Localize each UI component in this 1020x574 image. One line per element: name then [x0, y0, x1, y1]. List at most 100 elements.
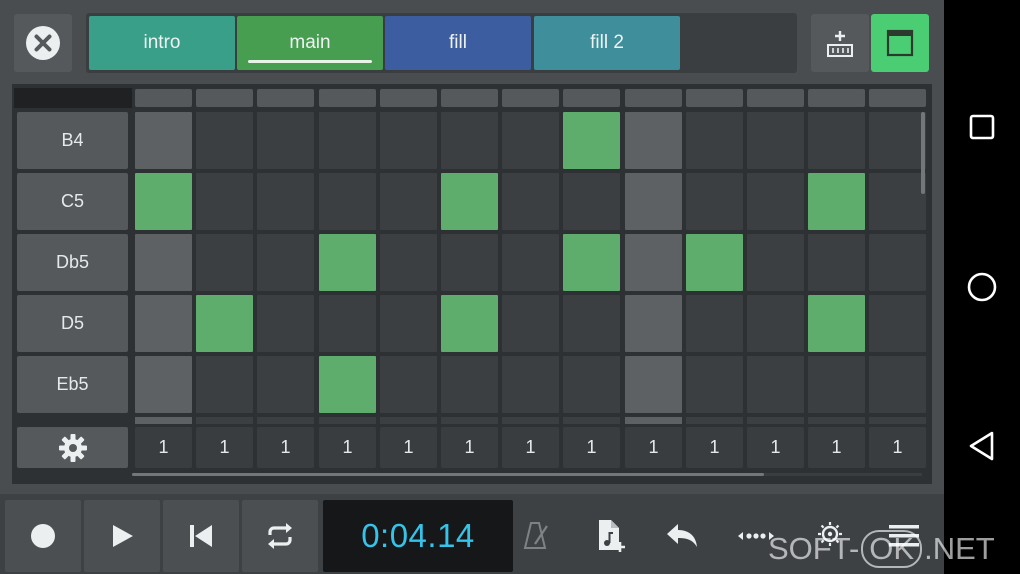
- step-cell[interactable]: [380, 234, 437, 291]
- grid-settings-button[interactable]: [17, 427, 128, 468]
- step-cell-partial[interactable]: [257, 417, 314, 424]
- step-cell[interactable]: [135, 295, 192, 352]
- step-column-header[interactable]: [502, 89, 559, 107]
- velocity-cell[interactable]: 1: [380, 427, 437, 468]
- step-cell[interactable]: [869, 295, 926, 352]
- step-cell[interactable]: [441, 173, 498, 230]
- step-column-header[interactable]: [563, 89, 620, 107]
- step-cell-partial[interactable]: [135, 417, 192, 424]
- play-button[interactable]: [84, 500, 160, 572]
- velocity-cell[interactable]: 1: [257, 427, 314, 468]
- step-column-header[interactable]: [319, 89, 376, 107]
- step-cell[interactable]: [196, 295, 253, 352]
- step-cell[interactable]: [563, 356, 620, 413]
- step-cell[interactable]: [502, 356, 559, 413]
- note-label-d5[interactable]: D5: [17, 295, 128, 352]
- step-cell-partial[interactable]: [808, 417, 865, 424]
- pattern-tab-fill-2[interactable]: fill 2: [534, 16, 680, 70]
- pattern-tab-fill[interactable]: fill: [385, 16, 531, 70]
- velocity-cell[interactable]: 1: [869, 427, 926, 468]
- step-cell[interactable]: [747, 173, 804, 230]
- step-cell-partial[interactable]: [380, 417, 437, 424]
- note-label-db5[interactable]: Db5: [17, 234, 128, 291]
- velocity-cell[interactable]: 1: [686, 427, 743, 468]
- note-label-c5[interactable]: C5: [17, 173, 128, 230]
- step-cell[interactable]: [135, 112, 192, 169]
- step-cell[interactable]: [563, 173, 620, 230]
- step-cell[interactable]: [869, 356, 926, 413]
- horizontal-scrollbar[interactable]: [132, 473, 764, 476]
- step-cell[interactable]: [563, 112, 620, 169]
- step-cell[interactable]: [196, 173, 253, 230]
- close-button[interactable]: [14, 14, 72, 72]
- step-cell[interactable]: [319, 356, 376, 413]
- grid-view-button[interactable]: [871, 14, 929, 72]
- step-cell[interactable]: [563, 234, 620, 291]
- step-cell[interactable]: [380, 295, 437, 352]
- step-cell[interactable]: [747, 356, 804, 413]
- undo-button[interactable]: [658, 512, 706, 560]
- step-cell[interactable]: [808, 295, 865, 352]
- step-cell-partial[interactable]: [319, 417, 376, 424]
- step-cell[interactable]: [135, 234, 192, 291]
- back-button[interactable]: [958, 422, 1006, 470]
- step-cell[interactable]: [869, 173, 926, 230]
- step-cell[interactable]: [747, 234, 804, 291]
- step-cell[interactable]: [135, 356, 192, 413]
- metronome-button[interactable]: [512, 512, 560, 560]
- velocity-cell[interactable]: 1: [747, 427, 804, 468]
- step-cell[interactable]: [625, 234, 682, 291]
- vertical-scrollbar[interactable]: [921, 112, 925, 194]
- step-cell[interactable]: [502, 295, 559, 352]
- step-cell[interactable]: [319, 173, 376, 230]
- step-cell[interactable]: [502, 112, 559, 169]
- step-cell[interactable]: [747, 295, 804, 352]
- step-cell[interactable]: [196, 112, 253, 169]
- home-button[interactable]: [958, 263, 1006, 311]
- step-cell[interactable]: [319, 234, 376, 291]
- step-cell[interactable]: [686, 356, 743, 413]
- loop-button[interactable]: [242, 500, 318, 572]
- step-cell[interactable]: [808, 234, 865, 291]
- step-column-header[interactable]: [625, 89, 682, 107]
- velocity-cell[interactable]: 1: [196, 427, 253, 468]
- step-column-header[interactable]: [441, 89, 498, 107]
- step-cell[interactable]: [380, 356, 437, 413]
- pattern-tab-intro[interactable]: intro: [89, 16, 235, 70]
- step-cell[interactable]: [257, 173, 314, 230]
- velocity-cell[interactable]: 1: [135, 427, 192, 468]
- step-cell[interactable]: [135, 173, 192, 230]
- step-cell[interactable]: [808, 356, 865, 413]
- skip-to-start-button[interactable]: [163, 500, 239, 572]
- step-cell-partial[interactable]: [686, 417, 743, 424]
- step-cell[interactable]: [196, 356, 253, 413]
- step-cell[interactable]: [502, 173, 559, 230]
- note-label-b4[interactable]: B4: [17, 112, 128, 169]
- step-cell[interactable]: [686, 295, 743, 352]
- step-cell[interactable]: [319, 295, 376, 352]
- velocity-cell[interactable]: 1: [502, 427, 559, 468]
- step-cell[interactable]: [380, 112, 437, 169]
- step-cell[interactable]: [625, 173, 682, 230]
- step-cell[interactable]: [441, 356, 498, 413]
- step-cell-partial[interactable]: [563, 417, 620, 424]
- step-cell[interactable]: [686, 112, 743, 169]
- step-cell[interactable]: [808, 112, 865, 169]
- step-cell[interactable]: [563, 295, 620, 352]
- step-cell[interactable]: [319, 112, 376, 169]
- step-cell[interactable]: [257, 234, 314, 291]
- recents-button[interactable]: [958, 103, 1006, 151]
- velocity-cell[interactable]: 1: [319, 427, 376, 468]
- record-button[interactable]: [5, 500, 81, 572]
- step-cell[interactable]: [196, 234, 253, 291]
- velocity-cell[interactable]: 1: [563, 427, 620, 468]
- step-cell[interactable]: [747, 112, 804, 169]
- step-cell[interactable]: [502, 234, 559, 291]
- step-column-header[interactable]: [808, 89, 865, 107]
- step-column-header[interactable]: [257, 89, 314, 107]
- step-cell[interactable]: [257, 356, 314, 413]
- step-cell-partial[interactable]: [441, 417, 498, 424]
- step-cell[interactable]: [686, 234, 743, 291]
- pattern-tab-main[interactable]: main: [237, 16, 383, 70]
- step-cell-partial[interactable]: [502, 417, 559, 424]
